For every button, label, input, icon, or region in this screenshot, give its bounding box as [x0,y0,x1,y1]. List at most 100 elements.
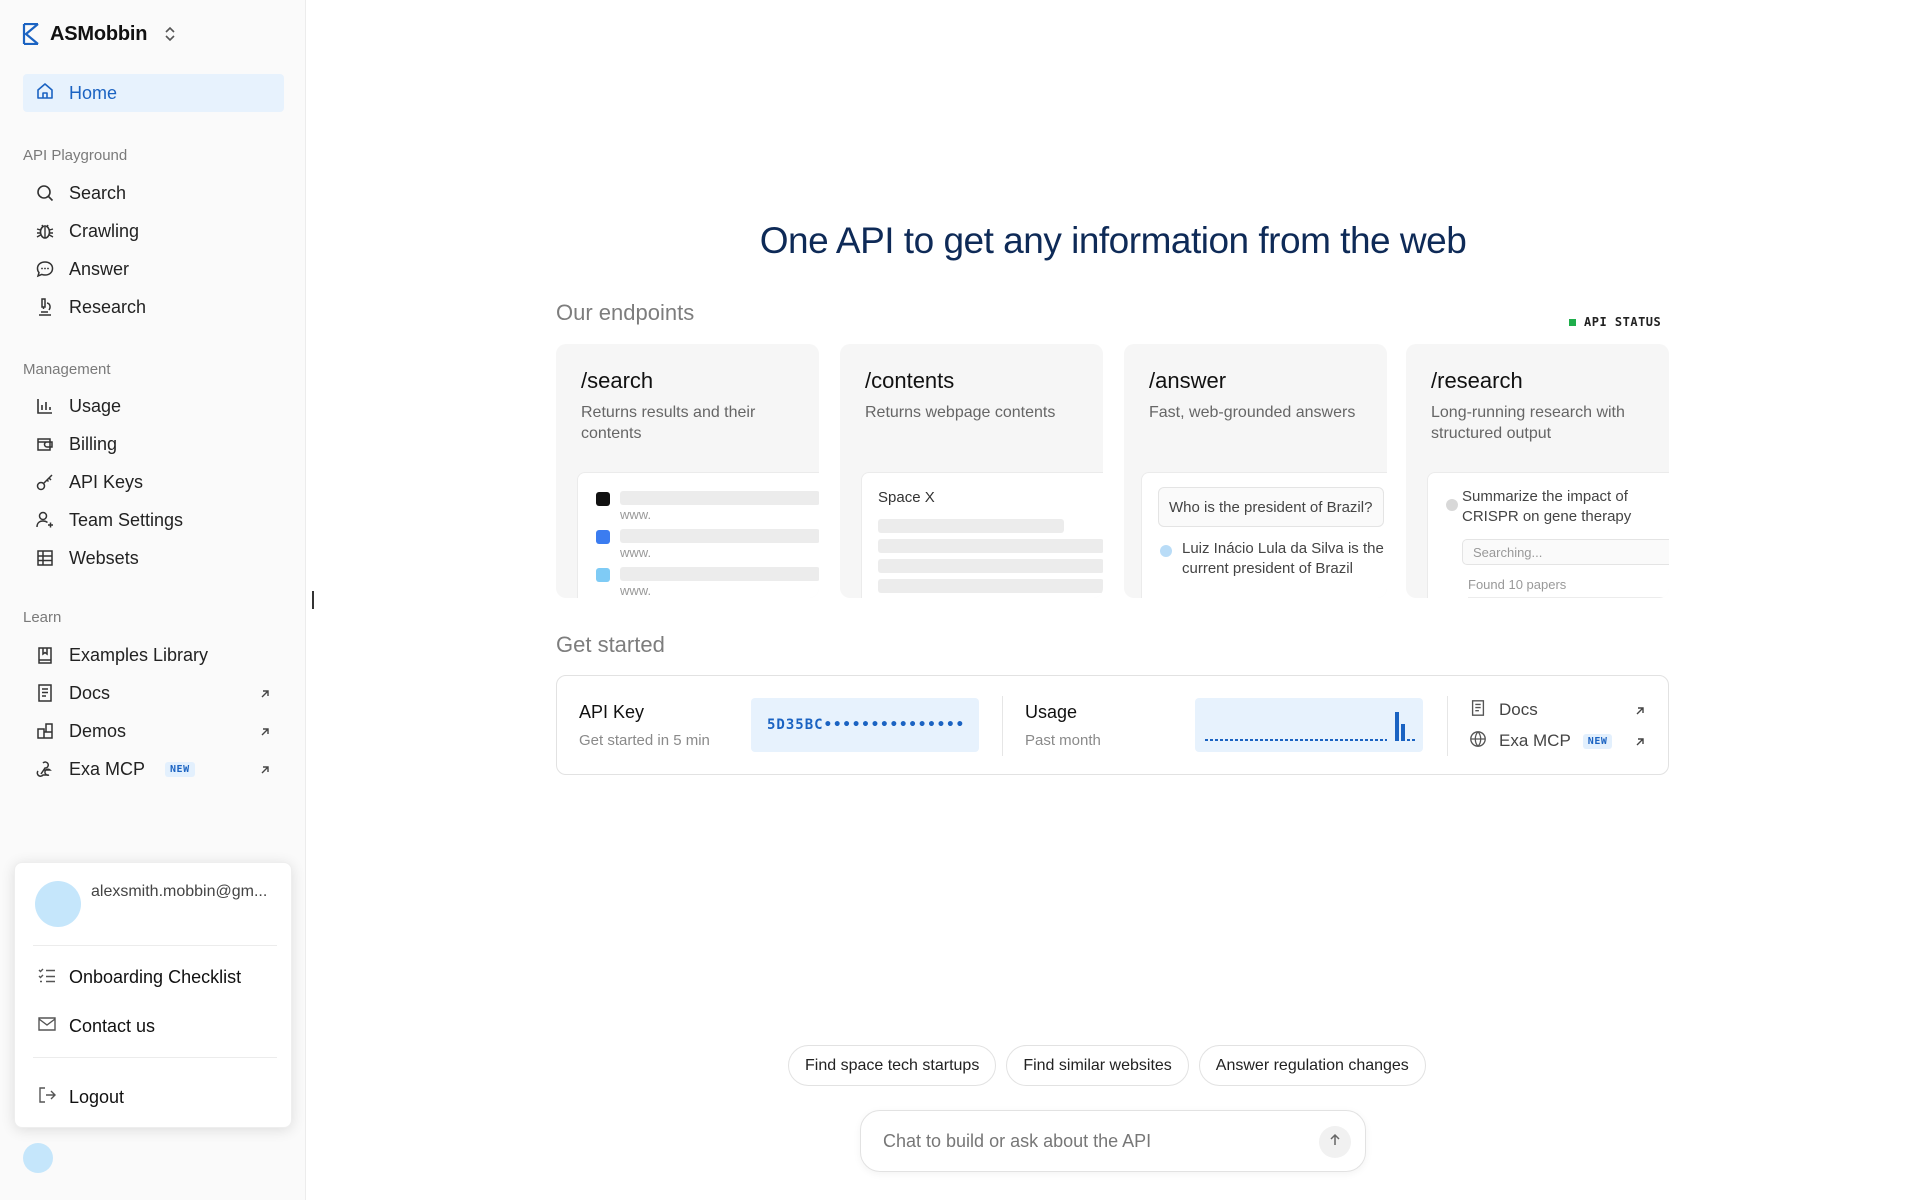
exa-mcp-link[interactable]: Exa MCP NEW [1469,728,1647,754]
usage-label: Usage [1025,702,1078,722]
section-label-playground: API Playground [23,147,128,164]
account-avatar-button[interactable] [23,1143,53,1173]
sidebar-item-label: Usage [69,395,122,416]
api-status-label: API STATUS [1584,315,1662,329]
sidebar-item-label: Research [69,296,147,317]
page-title: One API to get any information from the … [759,220,1467,261]
account-menu: alexsmith.mobbin@gm... Onboarding Checkl… [14,862,292,1128]
divider [1002,696,1003,756]
checklist-icon [37,965,57,990]
contact-us-button[interactable]: Contact us [33,1008,277,1044]
send-button[interactable] [1319,1126,1351,1158]
sidebar-item-crawling[interactable]: Crawling [23,215,284,247]
placeholder-bar [620,529,819,543]
external-link-icon [1633,703,1647,723]
result-url: www. [620,583,652,598]
sample-question: Who is the president of Brazil? [1158,487,1384,527]
sample-answer: Luiz Inácio Lula da Silva is the current… [1182,540,1384,577]
api-key-copy-button[interactable]: 5D35BC••••••••••••••• [751,698,979,752]
divider [1468,597,1668,598]
endpoint-name: /research [1431,368,1523,393]
exa-mcp-link-label: Exa MCP [1499,731,1571,750]
sidebar-item-home[interactable]: Home [23,74,284,112]
result-favicon [596,530,610,544]
divider [1447,696,1448,756]
section-label-learn: Learn [23,609,62,626]
workspace-switcher[interactable]: ASMobbin [22,20,177,48]
chevron-updown-icon[interactable] [163,25,177,43]
sidebar-item-label: Examples Library [69,644,209,665]
placeholder-bar [878,539,1103,553]
sidebar-item-docs[interactable]: Docs [23,677,284,709]
menu-item-label: Onboarding Checklist [69,966,242,987]
logout-icon [37,1085,57,1110]
api-key-label: API Key [579,702,645,722]
sidebar-item-label: Exa MCP [69,758,146,779]
logout-button[interactable]: Logout [33,1079,277,1115]
docs-link[interactable]: Docs [1469,697,1647,723]
chat-bubble-icon [35,259,55,279]
suggestion-chips: Find space tech startups Find similar we… [788,1045,1426,1086]
sidebar-item-answer[interactable]: Answer [23,253,284,285]
external-link-icon [258,685,272,706]
api-status-link[interactable]: API STATUS [1569,315,1661,329]
new-badge: NEW [1582,733,1613,749]
endpoint-description: Returns webpage contents [865,404,1056,421]
new-badge: NEW [165,761,195,777]
result-favicon [596,568,610,582]
sidebar-item-api-keys[interactable]: API Keys [23,466,284,498]
sidebar-item-label: Search [69,182,127,203]
suggestion-chip[interactable]: Find space tech startups [788,1045,997,1086]
microscope-icon [35,297,55,317]
document-icon [35,683,55,703]
result-favicon [596,492,610,506]
endpoint-name: /answer [1149,368,1227,393]
endpoint-card-answer[interactable]: /answer Fast, web-grounded answers Who i… [1124,344,1387,598]
mail-icon [37,1014,57,1039]
chat-input[interactable]: Chat to build or ask about the API [860,1110,1366,1172]
external-link-icon [258,761,272,782]
suggestion-chip[interactable]: Answer regulation changes [1198,1045,1426,1086]
sidebar-item-team-settings[interactable]: Team Settings [23,504,284,536]
bar-chart-icon [35,396,55,416]
sidebar-item-exa-mcp[interactable]: Exa MCP NEW [23,753,284,785]
text-cursor [312,591,314,609]
key-icon [35,472,55,492]
menu-item-label: Logout [69,1086,125,1107]
onboarding-checklist-button[interactable]: Onboarding Checklist [33,959,277,995]
sidebar-item-label: Team Settings [69,509,184,530]
book-icon [35,645,55,665]
check-circle-icon [1446,499,1458,511]
endpoint-card-search[interactable]: /search Returns results and their conten… [556,344,819,598]
sidebar-item-research[interactable]: Research [23,291,284,323]
divider [33,945,277,946]
endpoint-description: Fast, web-grounded answers [1149,404,1356,421]
endpoint-card-research[interactable]: /research Long-running research with str… [1406,344,1669,598]
sidebar-item-billing[interactable]: Billing [23,428,284,460]
endpoint-card-contents[interactable]: /contents Returns webpage contents Space… [840,344,1103,598]
preview-page-title: Space X [878,489,935,506]
suggestion-chip[interactable]: Find similar websites [1006,1045,1189,1086]
endpoint-name: /contents [865,368,955,393]
search-result-row: www. [596,529,819,560]
sidebar-item-examples-library[interactable]: Examples Library [23,639,284,671]
avatar [35,881,81,927]
sidebar-item-label: API Keys [69,471,144,492]
account-email: alexsmith.mobbin@gm... [91,883,268,900]
sidebar-item-usage[interactable]: Usage [23,390,284,422]
wallet-icon [35,434,55,454]
arrow-up-icon [1328,1133,1342,1152]
chat-placeholder: Chat to build or ask about the API [883,1131,1152,1151]
sidebar-item-label: Home [69,82,118,103]
placeholder-bar [878,559,1103,573]
usage-sparkline[interactable] [1195,698,1423,752]
endpoints-heading: Our endpoints [556,300,695,325]
endpoint-description: Returns results and their contents [581,404,756,442]
external-link-icon [1633,734,1647,754]
sidebar-item-websets[interactable]: Websets [23,542,284,574]
sidebar-item-search[interactable]: Search [23,177,284,209]
search-icon [35,183,55,203]
sidebar-item-label: Docs [69,682,111,703]
section-label-management: Management [23,361,111,378]
sidebar-item-demos[interactable]: Demos [23,715,284,747]
